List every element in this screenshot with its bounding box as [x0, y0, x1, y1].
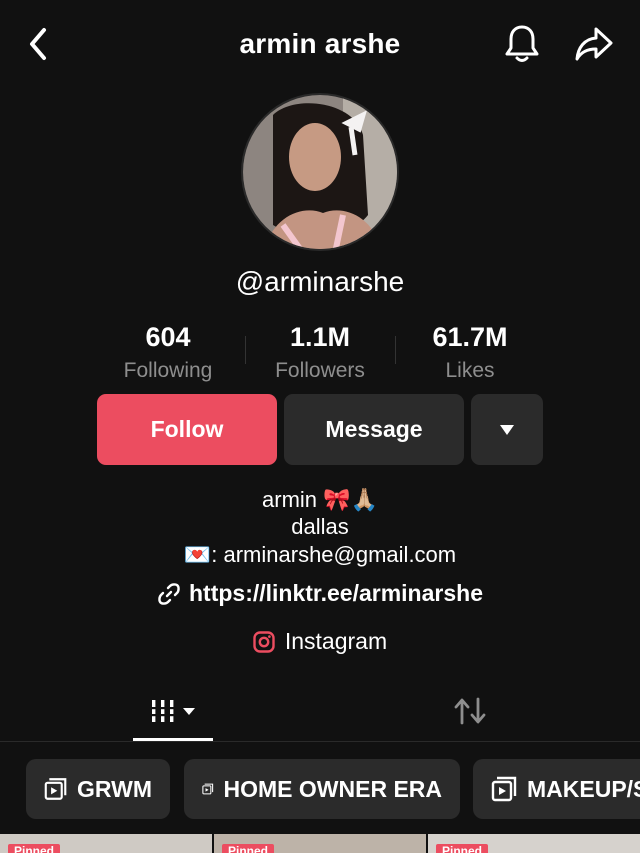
- envelope-icon: 💌: [183, 542, 212, 567]
- playlist-label: GRWM: [77, 775, 152, 802]
- dropdown-icon: [500, 424, 514, 435]
- instagram-link[interactable]: Instagram: [0, 628, 640, 655]
- playlist-chip[interactable]: HOME OWNER ERA: [184, 759, 460, 819]
- message-button[interactable]: Message: [284, 394, 464, 465]
- active-tab-indicator: [133, 738, 213, 741]
- repost-icon: [454, 697, 486, 725]
- avatar[interactable]: [241, 93, 399, 251]
- bio-email: : arminarshe@gmail.com: [211, 542, 457, 567]
- bio-line: dallas: [291, 514, 349, 539]
- avatar-image: [243, 95, 397, 249]
- playlist-icon: [44, 778, 67, 800]
- bio-line: armin 🎀🙏🏼: [262, 487, 378, 512]
- playlist-chip[interactable]: MAKEUP/S: [473, 759, 640, 819]
- bio-email-line: 💌: arminarshe@gmail.com: [0, 541, 640, 569]
- stat-likes[interactable]: 61.7M Likes: [395, 322, 545, 383]
- playlist-icon: [491, 776, 517, 802]
- instagram-label: Instagram: [284, 628, 388, 654]
- stat-value: 1.1M: [289, 322, 351, 352]
- chevron-down-icon: [183, 708, 195, 715]
- tab-reposts[interactable]: [440, 680, 500, 742]
- bio-link[interactable]: https://linktr.ee/arminarshe: [0, 580, 640, 607]
- share-icon: [575, 27, 613, 61]
- stat-label: Likes: [445, 359, 495, 382]
- content-tabs: [0, 680, 640, 742]
- stat-label: Followers: [275, 359, 365, 382]
- notification-button[interactable]: [500, 22, 544, 66]
- grid-icon: [150, 700, 176, 722]
- pinned-badge: Pinned: [222, 844, 275, 853]
- page-title: armin arshe: [239, 28, 401, 59]
- tab-videos[interactable]: [133, 680, 213, 742]
- stat-label: Following: [123, 359, 213, 382]
- stat-value: 61.7M: [432, 322, 508, 352]
- profile-stats: 604 Following 1.1M Followers 61.7M Likes: [0, 322, 640, 386]
- pinned-badge: Pinned: [8, 844, 61, 853]
- playlist-label: HOME OWNER ERA: [223, 775, 443, 802]
- playlist-row: GRWM HOME OWNER ERA MAKEUP/S: [0, 742, 640, 834]
- video-grid: Pinned Pinned Pinned: [0, 834, 640, 853]
- bell-icon: [505, 25, 539, 62]
- top-bar: armin arshe: [0, 0, 640, 90]
- playlist-label: MAKEUP/S: [527, 775, 640, 802]
- playlist-chip[interactable]: GRWM: [26, 759, 170, 819]
- instagram-icon: [253, 630, 275, 653]
- suggested-accounts-button[interactable]: [471, 394, 543, 465]
- share-button[interactable]: [570, 22, 618, 66]
- playlist-icon: [202, 783, 214, 795]
- stat-following[interactable]: 604 Following: [93, 322, 243, 383]
- profile-username: @arminarshe: [235, 266, 405, 297]
- pinned-badge: Pinned: [436, 844, 489, 853]
- link-icon: [158, 582, 180, 605]
- stat-followers[interactable]: 1.1M Followers: [245, 322, 395, 383]
- follow-button[interactable]: Follow: [97, 394, 277, 465]
- bio-link-text: https://linktr.ee/arminarshe: [189, 580, 483, 606]
- stat-value: 604: [145, 322, 191, 352]
